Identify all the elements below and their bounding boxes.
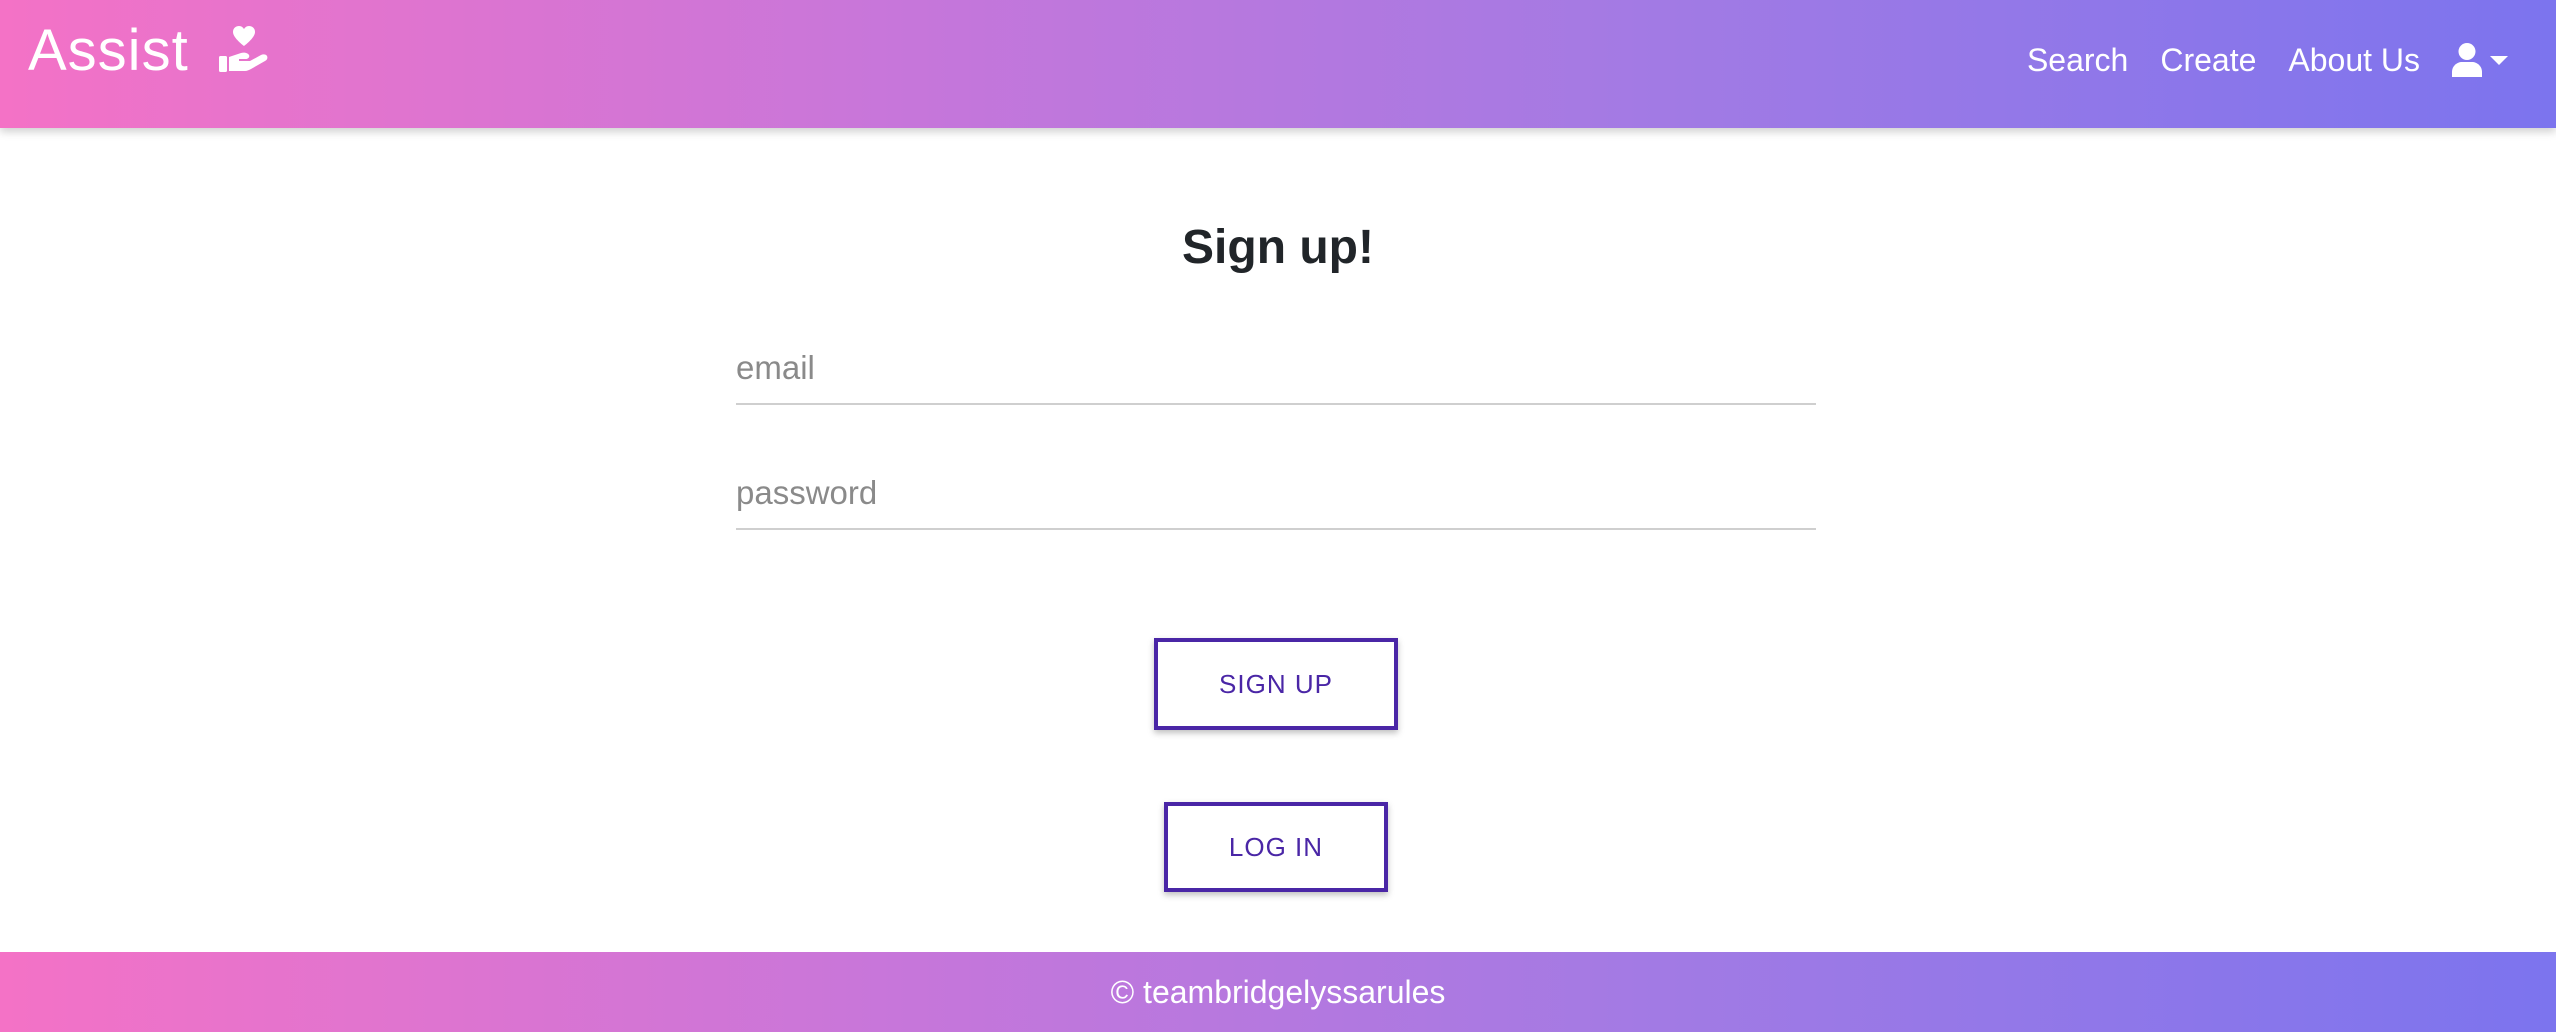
hand-holding-heart-icon	[218, 26, 269, 72]
nav-link-about-us[interactable]: About Us	[2288, 36, 2420, 84]
nav-links: Search Create About Us	[1995, 36, 2508, 84]
user-menu-toggle[interactable]	[2452, 43, 2508, 77]
email-input[interactable]	[736, 333, 1816, 405]
sign-up-button[interactable]: SIGN UP	[1154, 638, 1398, 730]
footer-copyright: © teambridgelyssarules	[1110, 973, 1446, 1010]
footer: © teambridgelyssarules	[0, 952, 2556, 1032]
caret-down-icon	[2490, 55, 2508, 65]
nav-link-create[interactable]: Create	[2160, 36, 2256, 84]
nav-link-search[interactable]: Search	[2027, 36, 2128, 84]
password-input[interactable]	[736, 458, 1816, 530]
page-title: Sign up!	[1182, 221, 1374, 274]
top-navbar: Assist Search Create About Us	[0, 0, 2556, 128]
signup-page: Sign up! SIGN UP LOG IN	[0, 128, 2556, 952]
log-in-button[interactable]: LOG IN	[1164, 802, 1388, 892]
user-icon	[2452, 43, 2482, 77]
brand-name: Assist	[28, 18, 189, 83]
brand-link[interactable]: Assist	[28, 16, 269, 86]
